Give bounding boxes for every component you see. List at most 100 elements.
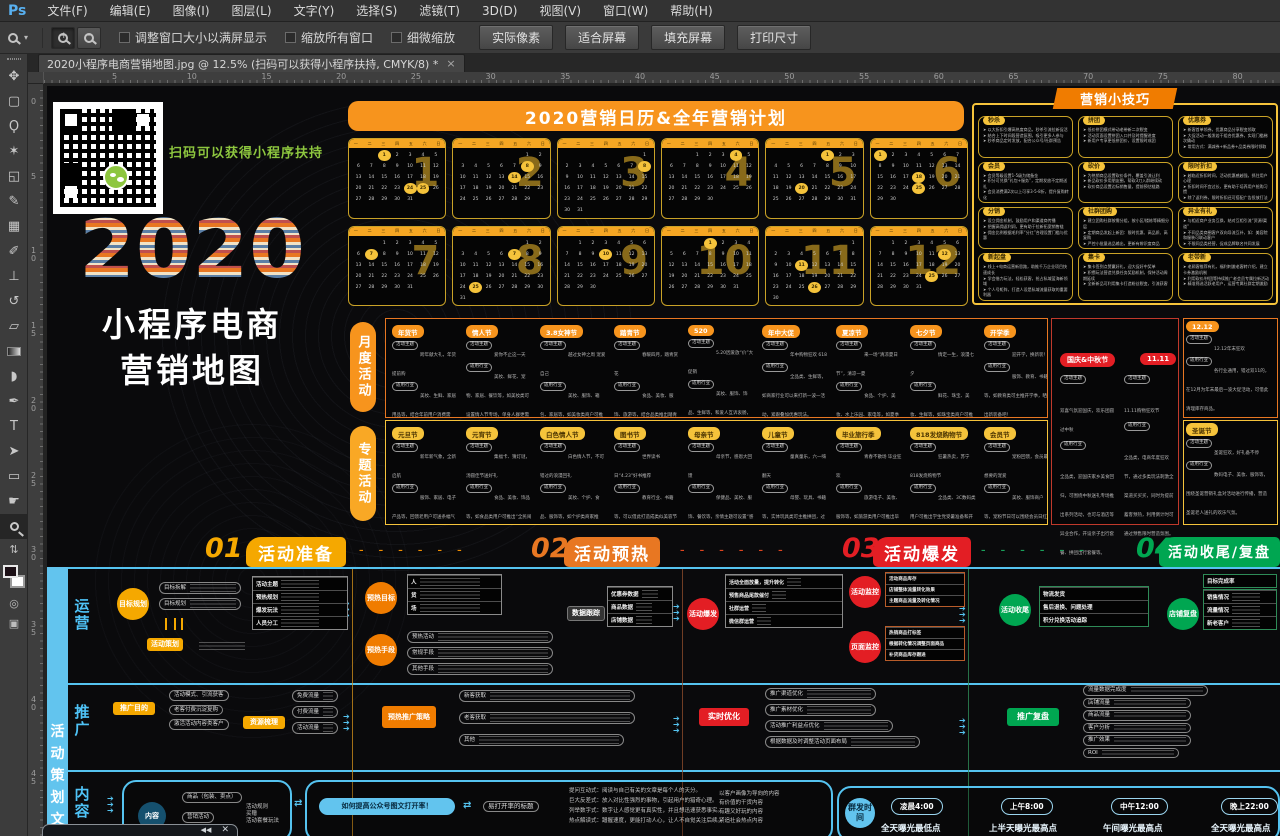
tool-button[interactable]: ✎ <box>0 189 28 214</box>
tip-card: 限时折扣 ➤ 越临近折扣时间，活动优惠感越强，抓住用户心理 ➤ 折扣时间不宜过长… <box>1178 162 1273 204</box>
zoom-in-button[interactable]: + <box>51 27 75 49</box>
node: 页面监控 <box>849 631 881 663</box>
node: 活动策划 <box>147 638 183 651</box>
tool-button[interactable]: ✶ <box>0 139 28 164</box>
monthly-band: 年货节 活动主题跨年献大礼，年货提前购 适用行业美妆、生鲜、家居用品等，结合年前… <box>385 318 1048 418</box>
node: 活动收尾 <box>999 594 1031 626</box>
swap-colors-icon[interactable]: ⇅ <box>0 539 28 559</box>
ruler-top: 5101520253035404550556065707580 <box>44 72 1280 84</box>
option-button[interactable]: 实际像素 <box>479 25 553 50</box>
rewind-icon[interactable]: ◀◀ <box>201 826 212 835</box>
special-label: 专题活动 <box>350 426 376 521</box>
tool-button[interactable]: ▢ <box>0 89 28 114</box>
activity-card: 儿童节 活动主题童真童乐，六一嗨翻天 适用行业母婴、玩具、书籍等，实体玩具类可主… <box>760 425 831 525</box>
node-list: 热销商品打标签根据转化情况调整页面商品补货商品库存跟进 <box>885 626 965 661</box>
menu-item[interactable]: 文字(Y) <box>283 0 346 22</box>
foreground-color-swatch[interactable] <box>3 565 18 578</box>
node: 活动爆发 <box>687 598 719 630</box>
menu-item[interactable]: 窗口(W) <box>592 0 659 22</box>
node-pills: 活动模式、引流获客老客付费沉淀复购激活活动内容类客户 <box>169 688 229 732</box>
activity-card: 818发烧购物节 活动主题狂暑热卖，苏宁818发烧购物节 适用行业全品类、3C数… <box>908 425 979 525</box>
tool-icon: ✎ <box>9 195 20 208</box>
option-checkbox[interactable]: 细微缩放 <box>391 29 455 46</box>
tool-button[interactable]: ◗ <box>0 364 28 389</box>
color-swatches[interactable] <box>0 563 28 593</box>
option-button[interactable]: 适合屏幕 <box>565 25 639 50</box>
tool-button[interactable]: ↺ <box>0 289 28 314</box>
node-list: 活动全面放量，提升转化预售商品尾款催付社群运营微信群运营 <box>725 574 843 628</box>
option-checkbox[interactable]: 调整窗口大小以满屏显示 <box>119 29 267 46</box>
node: 预热目标 <box>365 582 397 614</box>
document-canvas[interactable]: 扫码可以获得小程序扶持 2020 小程序电商 营销地图 2020营销日历&全年营… <box>44 84 1280 836</box>
zoom-out-button[interactable]: − <box>77 27 101 49</box>
tip-card: 优惠券 ➤ 新客首单领券，优惠商品分享裂变领取 ➤ 大促活动一般发若干组合优惠券… <box>1178 116 1273 158</box>
node: 数据跟踪 <box>567 606 605 621</box>
tool-button[interactable]: ⊥ <box>0 264 28 289</box>
option-button[interactable]: 打印尺寸 <box>737 25 811 50</box>
tips-cards: 秒杀 ➤ 以大折扣引爆高热度商品，秒杀引流拉新促活 ➤ 结合上下时间段营造氛围，… <box>978 116 1273 301</box>
menu-item[interactable]: 编辑(E) <box>99 0 162 22</box>
close-icon[interactable]: × <box>446 57 455 70</box>
tool-button[interactable]: Ϙ <box>0 114 28 139</box>
sidebar-strip: 活动策划文 <box>47 567 68 836</box>
node-list: 活动主题预热规划爆发玩法人员分工 <box>252 576 348 630</box>
menu-item[interactable]: 3D(D) <box>471 0 528 22</box>
activity-card: 白色情人节 活动主题白色情人节，不可错过的浪漫回礼 适用行业美妆、个护、食品、服… <box>538 425 609 525</box>
tool-button[interactable]: T <box>0 414 28 439</box>
qr-code <box>53 102 163 214</box>
flow-dashes: – – – – – – <box>680 546 789 556</box>
activity-card: 520 活动主题5.20因爱放“价”大促销 适用行业美妆、服饰、饰品、生鲜等，和… <box>686 323 757 418</box>
node: 预热推广策略 <box>382 706 436 728</box>
tip-card: 老带新 ➤ 老顾客推荐有礼，福利刺激老客转介绍，建立卡券激励机制 ➤ 利用砍价/… <box>1178 253 1273 301</box>
menu-item[interactable]: 图层(L) <box>221 0 283 22</box>
document-title: 2020小程序电商营销地图.jpg @ 12.5% (扫码可以获得小程序扶持, … <box>47 56 438 72</box>
screen-mode-icon[interactable]: ▣ <box>0 613 28 633</box>
flow-dashes: – – – – – – <box>359 546 468 556</box>
checkbox-icon[interactable] <box>285 32 296 43</box>
zoom-tool-icon[interactable]: ▾ <box>8 33 28 43</box>
tip-card: 新起盘 ➤ 线上+电商运营新思路，助推千万企业项目快速成长 ➤ 学会借力玩法，轻… <box>978 253 1073 301</box>
mini-calendar: 一二三四五六日 6 123456789101112131415161718192… <box>870 138 968 219</box>
menu-item[interactable]: 图像(I) <box>162 0 221 22</box>
tool-icon: ➤ <box>9 445 20 458</box>
menu-item[interactable]: 帮助(H) <box>659 0 723 22</box>
node: 实时优化 <box>699 708 749 726</box>
flow-arrow: ➔ ➔ ➔ <box>673 604 680 622</box>
document-tab[interactable]: 2020小程序电商营销地图.jpg @ 12.5% (扫码可以获得小程序扶持, … <box>38 54 465 72</box>
tool-button[interactable]: ✥ <box>0 64 28 89</box>
tool-button[interactable]: ✒ <box>0 389 28 414</box>
tool-icon: ✥ <box>9 70 20 83</box>
checkbox-icon[interactable] <box>391 32 402 43</box>
checkbox-icon[interactable] <box>119 32 130 43</box>
tool-button[interactable]: ▱ <box>0 314 28 339</box>
mini-close-icon[interactable]: ✕ <box>221 826 229 835</box>
tool-button[interactable]: ▭ <box>0 464 28 489</box>
quick-mask-icon[interactable]: ◎ <box>0 593 28 613</box>
menu-item[interactable]: 滤镜(T) <box>408 0 471 22</box>
node-pills: 预热活动常规手段其他手段 <box>407 629 553 677</box>
menu-item[interactable]: 选择(S) <box>345 0 408 22</box>
node-list: 目标完成率 <box>1203 574 1277 588</box>
calendar-grid: 一二三四五六日 1 123456789101112131415161718192… <box>348 138 968 306</box>
tool-button[interactable]: ▦ <box>0 214 28 239</box>
toolbox-grip[interactable] <box>0 54 27 64</box>
tool-button[interactable] <box>0 339 28 364</box>
content-box: 如何提高公众号图文打开率！ ⇄ 易打开率的标题 提问互动式：阅读与自己有关的文章… <box>305 780 833 836</box>
option-button[interactable]: 填充屏幕 <box>651 25 725 50</box>
menu-item[interactable]: 视图(V) <box>528 0 592 22</box>
tool-button[interactable]: ➤ <box>0 439 28 464</box>
tool-icon <box>7 347 21 356</box>
tool-button[interactable]: ◱ <box>0 164 28 189</box>
tool-button[interactable]: ✐ <box>0 239 28 264</box>
tool-list: ✥ ▢ Ϙ ✶ ◱ ✎ ▦ <box>0 64 27 539</box>
tool-button[interactable]: ☛ <box>0 489 28 514</box>
tool-button[interactable] <box>0 514 28 539</box>
mini-window[interactable]: ◀◀ ✕ <box>42 824 238 836</box>
menu-item[interactable]: 文件(F) <box>36 0 98 22</box>
activity-card: 毕业旅行季 活动主题青春不散场 毕业狂欢 适用行业旅游电子、美妆、服饰等，如旅游… <box>834 425 905 525</box>
options-bar: ▾ + − 调整窗口大小以满屏显示 缩放所有窗口 细微缩放 实际像素适合屏幕填充… <box>0 22 1280 54</box>
option-checkbox[interactable]: 缩放所有窗口 <box>285 29 373 46</box>
activity-card: 夏凉节 活动主题来一场“清凉夏日节”，清凉一夏 适用行业食品、个护、美妆、水上乐… <box>834 323 905 418</box>
node: 目标规划 <box>117 588 149 620</box>
promo-box-oct-nov: 国庆&中秋节 活动主题 双喜气氛迎国庆，欢乐团圆过中秋 适用行业 全品类，迎国庆… <box>1051 318 1179 525</box>
